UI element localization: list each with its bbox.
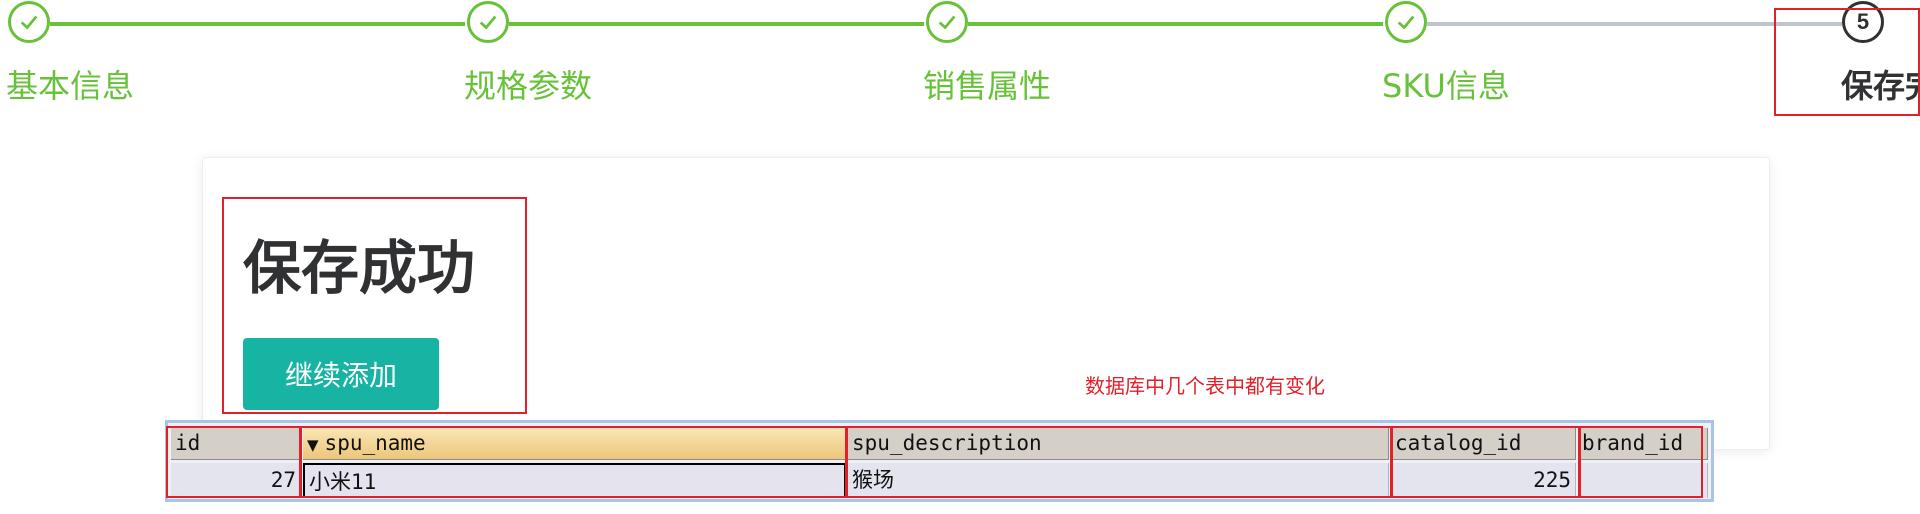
step-line-3 [968,22,1383,26]
table-cell-catalog-id[interactable]: 225 [1391,463,1576,498]
database-grid: id ▼ spu_name spu_description catalog_id … [165,420,1714,502]
step-line-1 [50,22,465,26]
table-cell-spu-name[interactable]: 小米11 [303,463,846,498]
step-3-check-icon [926,1,968,43]
step-5-number-text: 5 [1856,9,1870,34]
column-header-id[interactable]: id [171,428,301,460]
step-1-check-icon [8,1,50,43]
step-5-label: 保存完 [1841,67,1920,105]
continue-add-button[interactable]: 继续添加 [243,338,439,410]
step-line-2 [509,22,924,26]
step-2-check-icon [467,1,509,43]
sort-desc-icon: ▼ [307,436,319,454]
column-header-brand-id[interactable]: brand_id [1578,428,1708,460]
table-cell-brand-id[interactable] [1578,463,1708,498]
step-3-label: 销售属性 [923,67,1052,105]
annotation-note: 数据库中几个表中都有变化 [1085,374,1325,398]
column-header-spu-name-label: spu_name [324,431,426,455]
steps-bar: 5 基本信息 规格参数 销售属性 SKU信息 保存完 [0,0,1920,120]
column-header-brand-id-label: brand_id [1582,431,1684,455]
step-line-4 [1427,22,1842,26]
column-header-spu-description-label: spu_description [852,431,1042,455]
table-cell-spu-description[interactable]: 猴场 [848,463,1389,498]
step-1-label: 基本信息 [6,67,135,105]
step-4-label: SKU信息 [1382,67,1510,105]
table-cell-id[interactable]: 27 [171,463,301,498]
column-header-spu-name[interactable]: ▼ spu_name [303,428,846,460]
step-5-number: 5 [1842,1,1884,43]
step-4-check-icon [1385,1,1427,43]
success-title: 保存成功 [243,234,476,302]
step-2-label: 规格参数 [464,67,593,105]
column-header-id-label: id [175,431,201,455]
column-header-spu-description[interactable]: spu_description [848,428,1389,460]
column-header-catalog-id[interactable]: catalog_id [1391,428,1576,460]
column-header-catalog-id-label: catalog_id [1395,431,1522,455]
